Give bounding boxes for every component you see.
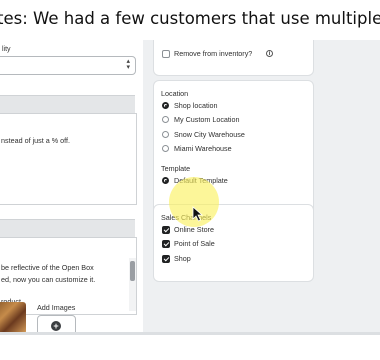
info-icon[interactable]: i (266, 50, 273, 57)
app-window: lity ▴ ▾ nstead of just a % off. be refle… (0, 40, 380, 332)
description-box[interactable]: nstead of just a % off. (0, 113, 137, 205)
up-down-arrows-icon: ▴ ▾ (126, 58, 130, 71)
description-text: nstead of just a % off. (1, 136, 70, 145)
sales-channel-label: Shop (174, 254, 191, 263)
inventory-card: Remove from inventory? i (153, 40, 314, 76)
left-column: lity ▴ ▾ nstead of just a % off. be refle… (0, 40, 143, 332)
template-radio-selected[interactable] (162, 177, 169, 184)
editor-toolbar (0, 219, 135, 239)
template-title: Template (161, 164, 191, 173)
sales-channel-checkbox[interactable] (162, 240, 170, 248)
location-option-label: My Custom Location (174, 115, 240, 124)
sales-channel-checkbox[interactable] (162, 255, 170, 263)
location-radio-selected[interactable] (162, 102, 169, 109)
bottom-shadow (0, 332, 380, 335)
remove-inventory-label: Remove from inventory? (174, 49, 253, 58)
sales-channel-label: Point of Sale (174, 239, 215, 248)
location-title: Location (161, 89, 189, 98)
video-caption: tes: We had a few customers that use mul… (0, 0, 380, 40)
mouse-pointer-icon (192, 206, 204, 227)
add-images-label: Add Images (37, 303, 76, 312)
location-option-label: Snow City Warehouse (174, 130, 245, 139)
remove-inventory-checkbox[interactable] (162, 50, 170, 58)
field-label: lity (2, 46, 11, 53)
location-radio[interactable] (162, 145, 169, 152)
caption-text: tes: We had a few customers that use mul… (0, 9, 380, 28)
condition-select[interactable]: ▴ ▾ (0, 56, 136, 75)
bottom-bar (0, 332, 380, 360)
location-option-label: Miami Warehouse (174, 144, 232, 153)
product-image-thumbnail[interactable] (0, 302, 26, 332)
notes-line: be reflective of the Open Box (1, 263, 94, 272)
scrollbar-thumb[interactable] (130, 261, 135, 281)
notes-line: ed, now you can customize it. (1, 275, 96, 284)
add-image-button[interactable]: + (37, 315, 76, 332)
plus-circle-icon: + (51, 321, 61, 331)
sales-channel-checkbox[interactable] (162, 226, 170, 234)
section-header (0, 95, 135, 115)
location-option-label: Shop location (174, 101, 218, 110)
location-radio[interactable] (162, 131, 169, 138)
location-radio[interactable] (162, 116, 169, 123)
